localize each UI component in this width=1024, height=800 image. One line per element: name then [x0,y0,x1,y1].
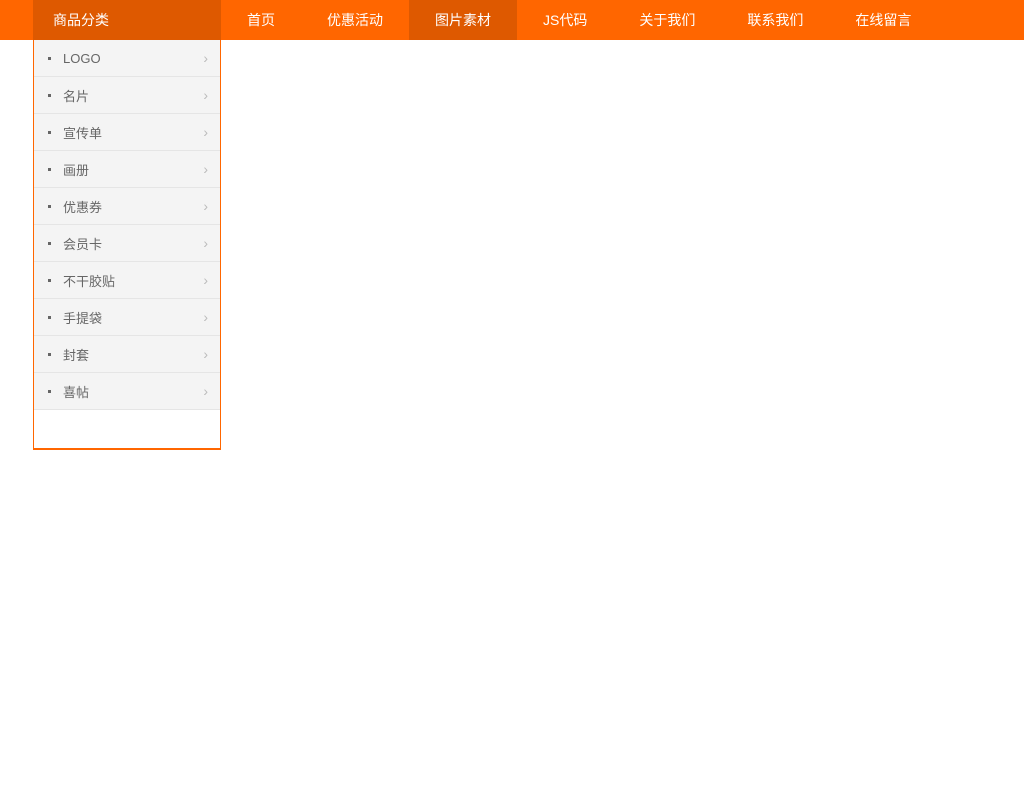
sidebar-item-label: 手提袋 [63,308,203,327]
nav-label: 关于我们 [639,10,695,30]
bullet-icon [48,205,51,208]
sidebar-item-albums[interactable]: 画册 › [34,151,220,188]
sidebar-item-label: 会员卡 [63,234,203,253]
chevron-right-icon: › [203,125,208,139]
bullet-icon [48,390,51,393]
top-nav: 首页 优惠活动 图片素材 JS代码 关于我们 联系我们 在线留言 [221,0,937,40]
nav-js-code[interactable]: JS代码 [517,0,613,40]
bullet-icon [48,94,51,97]
bullet-icon [48,242,51,245]
chevron-right-icon: › [203,236,208,250]
sidebar-list: LOGO › 名片 › 宣传单 › 画册 › 优惠券 › 会员卡 › [34,40,220,410]
sidebar: LOGO › 名片 › 宣传单 › 画册 › 优惠券 › 会员卡 › [33,40,221,450]
sidebar-header-label: 商品分类 [53,10,109,30]
sidebar-item-coupons[interactable]: 优惠券 › [34,188,220,225]
chevron-right-icon: › [203,310,208,324]
chevron-right-icon: › [203,273,208,287]
sidebar-item-business-card[interactable]: 名片 › [34,77,220,114]
bullet-icon [48,279,51,282]
sidebar-item-flyer[interactable]: 宣传单 › [34,114,220,151]
chevron-right-icon: › [203,199,208,213]
nav-label: 首页 [247,10,275,30]
chevron-right-icon: › [203,88,208,102]
sidebar-item-label: 封套 [63,345,203,364]
nav-home[interactable]: 首页 [221,0,301,40]
nav-label: JS代码 [543,10,587,30]
topbar: 商品分类 首页 优惠活动 图片素材 JS代码 关于我们 联系我们 在线留言 [0,0,1024,40]
sidebar-item-label: LOGO [63,51,203,66]
sidebar-item-logo[interactable]: LOGO › [34,40,220,77]
sidebar-item-membership-card[interactable]: 会员卡 › [34,225,220,262]
bullet-icon [48,353,51,356]
sidebar-item-invitation[interactable]: 喜帖 › [34,373,220,410]
bullet-icon [48,316,51,319]
nav-label: 在线留言 [855,10,911,30]
nav-label: 图片素材 [435,10,491,30]
sidebar-item-label: 名片 [63,86,203,105]
nav-about-us[interactable]: 关于我们 [613,0,721,40]
sidebar-item-sticker[interactable]: 不干胶贴 › [34,262,220,299]
sidebar-item-tote-bag[interactable]: 手提袋 › [34,299,220,336]
sidebar-item-folder[interactable]: 封套 › [34,336,220,373]
nav-label: 联系我们 [747,10,803,30]
sidebar-item-label: 喜帖 [63,382,203,401]
nav-contact-us[interactable]: 联系我们 [721,0,829,40]
sidebar-header: 商品分类 [33,0,221,40]
sidebar-item-label: 优惠券 [63,197,203,216]
nav-promotions[interactable]: 优惠活动 [301,0,409,40]
chevron-right-icon: › [203,384,208,398]
nav-guestbook[interactable]: 在线留言 [829,0,937,40]
nav-label: 优惠活动 [327,10,383,30]
sidebar-item-label: 画册 [63,160,203,179]
bullet-icon [48,168,51,171]
nav-image-materials[interactable]: 图片素材 [409,0,517,40]
sidebar-item-label: 宣传单 [63,123,203,142]
chevron-right-icon: › [203,51,208,65]
sidebar-item-label: 不干胶贴 [63,271,203,290]
bullet-icon [48,131,51,134]
chevron-right-icon: › [203,347,208,361]
bullet-icon [48,57,51,60]
chevron-right-icon: › [203,162,208,176]
